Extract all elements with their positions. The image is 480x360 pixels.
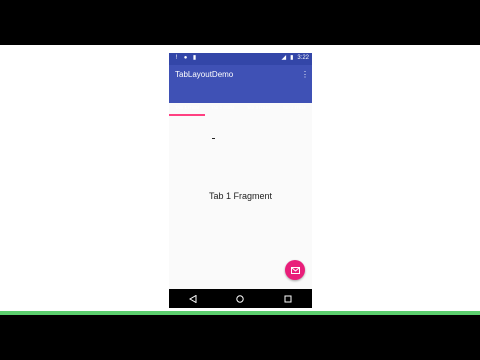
fab-button[interactable]	[285, 260, 305, 280]
warning-icon: !	[175, 55, 178, 61]
progress-bar[interactable]	[0, 311, 480, 315]
email-icon	[290, 266, 300, 274]
nav-bar	[169, 289, 312, 308]
recents-icon	[284, 295, 292, 302]
status-bar: ! ● ▮ ◢ ▮ 3:22	[169, 53, 312, 65]
battery-icon: ▮	[290, 55, 294, 61]
signal-icon: ◢	[281, 55, 287, 61]
phone-screen: ! ● ▮ ◢ ▮ 3:22 TabLayoutDemo ⋮ TAB 1 ITE…	[169, 53, 312, 308]
clipboard-icon: ▮	[192, 55, 197, 61]
cursor	[212, 138, 215, 139]
app-bar: TabLayoutDemo ⋮ TAB 1 ITEM Tab 2 ITEM Ta…	[169, 65, 312, 116]
chat-icon: ●	[183, 55, 188, 61]
fragment-label: Tab 1 Fragment	[208, 191, 273, 201]
status-time: 3:22	[297, 55, 309, 61]
recents-button[interactable]	[283, 294, 293, 304]
back-button[interactable]	[188, 294, 198, 304]
overflow-menu-icon[interactable]: ⋮	[301, 70, 309, 80]
home-button[interactable]	[235, 294, 245, 304]
app-title: TabLayoutDemo	[175, 70, 234, 79]
home-icon	[236, 294, 245, 303]
back-icon	[188, 294, 197, 303]
